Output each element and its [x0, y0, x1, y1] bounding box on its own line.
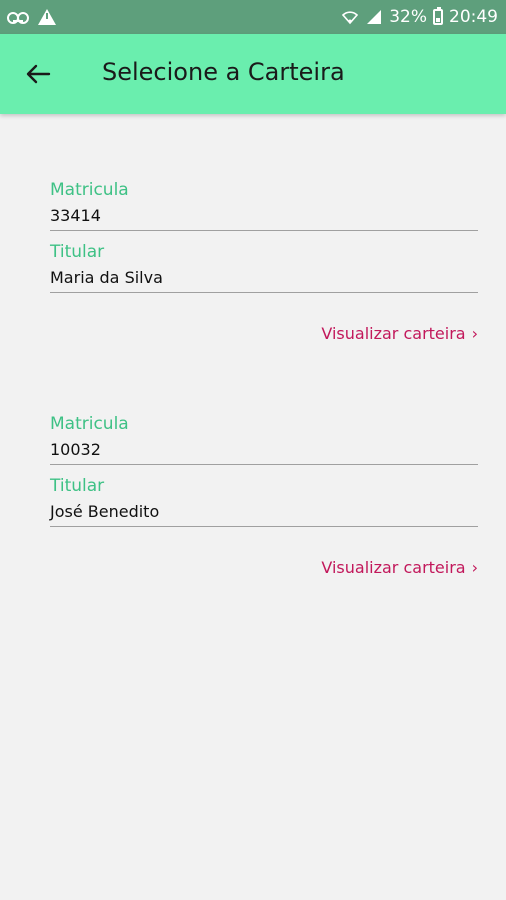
warning-icon	[38, 9, 56, 25]
field-underline	[50, 292, 478, 293]
wallet-card: Matricula 33414 Titular Maria da Silva V…	[50, 180, 478, 343]
page-title: Selecione a Carteira	[102, 58, 345, 86]
titular-value: Maria da Silva	[50, 268, 163, 287]
back-button[interactable]	[18, 54, 58, 94]
battery-icon	[433, 7, 443, 25]
matricula-label: Matricula	[50, 180, 129, 200]
battery-percent: 32%	[389, 7, 427, 27]
chevron-right-icon: ›	[471, 324, 478, 343]
status-left-icons	[7, 8, 56, 26]
arrow-left-icon	[26, 64, 51, 84]
chevron-right-icon: ›	[471, 558, 478, 577]
wifi-icon	[342, 11, 359, 25]
clock: 20:49	[449, 7, 498, 27]
status-bar: 32% 20:49	[0, 0, 506, 34]
signal-icon	[367, 10, 382, 24]
voicemail-icon	[7, 11, 29, 24]
field-underline	[50, 526, 478, 527]
app-toolbar: Selecione a Carteira	[0, 34, 506, 114]
titular-field: Titular Maria da Silva	[50, 242, 478, 304]
view-wallet-label: Visualizar carteira	[321, 324, 466, 343]
field-underline	[50, 230, 478, 231]
titular-field: Titular José Benedito	[50, 476, 478, 538]
titular-value: José Benedito	[50, 502, 160, 521]
matricula-label: Matricula	[50, 414, 129, 434]
titular-label: Titular	[50, 242, 105, 262]
titular-label: Titular	[50, 476, 105, 496]
view-wallet-link[interactable]: Visualizar carteira ›	[321, 558, 478, 577]
matricula-value: 33414	[50, 206, 101, 225]
view-wallet-link[interactable]: Visualizar carteira ›	[321, 324, 478, 343]
field-underline	[50, 464, 478, 465]
wallet-card: Matricula 10032 Titular José Benedito Vi…	[50, 414, 478, 577]
matricula-field: Matricula 10032	[50, 414, 478, 476]
view-wallet-label: Visualizar carteira	[321, 558, 466, 577]
matricula-value: 10032	[50, 440, 101, 459]
status-right: 32% 20:49	[341, 6, 498, 28]
matricula-field: Matricula 33414	[50, 180, 478, 242]
